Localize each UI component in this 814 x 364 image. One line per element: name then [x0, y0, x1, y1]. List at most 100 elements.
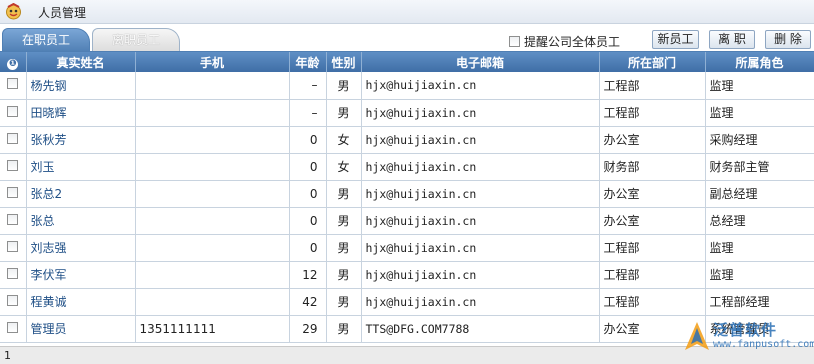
table-row[interactable]: 李伏军 12 男 hjx@huijiaxin.cn 工程部 监理	[0, 261, 814, 289]
employee-name-link[interactable]: 管理员	[26, 315, 136, 343]
age-cell: 0	[289, 153, 327, 181]
tab-active-employees[interactable]: 在职员工	[2, 28, 90, 52]
age-cell: 12	[289, 261, 327, 289]
employee-name-link[interactable]: 张总	[26, 207, 136, 235]
row-select-checkbox[interactable]	[7, 213, 19, 225]
age-cell: –	[289, 72, 327, 100]
email-cell: hjx@huijiaxin.cn	[361, 180, 600, 208]
column-header-gender[interactable]: 性别	[326, 52, 362, 72]
row-checkbox[interactable]	[0, 99, 27, 127]
employee-name-link[interactable]: 田晓辉	[26, 99, 136, 127]
row-select-checkbox[interactable]	[7, 267, 19, 279]
age-cell: 42	[289, 288, 327, 316]
select-all-column[interactable]: ❶	[0, 52, 27, 72]
employee-name-link[interactable]: 刘志强	[26, 234, 136, 262]
email-cell: hjx@huijiaxin.cn	[361, 153, 600, 181]
gender-cell: 男	[326, 207, 362, 235]
row-select-checkbox[interactable]	[7, 186, 19, 198]
dept-cell: 办公室	[599, 126, 706, 154]
table-row[interactable]: 刘玉 0 女 hjx@huijiaxin.cn 财务部 财务部主管	[0, 153, 814, 181]
age-cell: 0	[289, 180, 327, 208]
phone-cell	[135, 261, 290, 289]
phone-cell	[135, 99, 290, 127]
column-header-age[interactable]: 年龄	[289, 52, 327, 72]
gender-cell: 男	[326, 72, 362, 100]
column-header-role[interactable]: 所属角色	[705, 52, 814, 72]
email-cell: hjx@huijiaxin.cn	[361, 126, 600, 154]
row-select-checkbox[interactable]	[7, 105, 19, 117]
employee-name-link[interactable]: 张秋芳	[26, 126, 136, 154]
phone-cell	[135, 126, 290, 154]
row-select-checkbox[interactable]	[7, 294, 19, 306]
role-cell: 工程部经理	[705, 288, 814, 316]
age-cell: 0	[289, 234, 327, 262]
row-select-checkbox[interactable]	[7, 78, 19, 90]
row-checkbox[interactable]	[0, 153, 27, 181]
employee-name-link[interactable]: 张总2	[26, 180, 136, 208]
dept-cell: 工程部	[599, 234, 706, 262]
table-row[interactable]: 张秋芳 0 女 hjx@huijiaxin.cn 办公室 采购经理	[0, 126, 814, 154]
notify-all-checkbox[interactable]	[509, 35, 520, 47]
table-row[interactable]: 程黄诚 42 男 hjx@huijiaxin.cn 工程部 工程部经理	[0, 288, 814, 316]
role-cell: 监理	[705, 261, 814, 289]
new-employee-button[interactable]: 新员工	[652, 30, 699, 49]
resign-button[interactable]: 离 职	[709, 30, 755, 49]
row-select-checkbox[interactable]	[7, 321, 19, 333]
role-cell: 监理	[705, 72, 814, 100]
age-cell: 0	[289, 126, 327, 154]
row-checkbox[interactable]	[0, 288, 27, 316]
row-select-checkbox[interactable]	[7, 240, 19, 252]
tab-former-employees[interactable]: 离职员工	[92, 28, 180, 52]
email-cell: hjx@huijiaxin.cn	[361, 288, 600, 316]
role-cell: 总经理	[705, 207, 814, 235]
employee-name-link[interactable]: 程黄诚	[26, 288, 136, 316]
title-bar: 人员管理	[0, 0, 814, 24]
email-cell: hjx@huijiaxin.cn	[361, 261, 600, 289]
column-header-dept[interactable]: 所在部门	[599, 52, 706, 72]
row-checkbox[interactable]	[0, 261, 27, 289]
gender-cell: 女	[326, 153, 362, 181]
email-cell: TTS@DFG.COM7788	[361, 315, 600, 343]
gender-cell: 女	[326, 126, 362, 154]
phone-cell	[135, 180, 290, 208]
row-checkbox[interactable]	[0, 180, 27, 208]
delete-button[interactable]: 删 除	[765, 30, 811, 49]
column-header-name[interactable]: 真实姓名	[26, 52, 136, 72]
table-row[interactable]: 杨先钢 – 男 hjx@huijiaxin.cn 工程部 监理	[0, 72, 814, 100]
notify-all-option[interactable]: 提醒公司全体员工	[509, 34, 620, 49]
table-row[interactable]: 田晓辉 – 男 hjx@huijiaxin.cn 工程部 监理	[0, 99, 814, 127]
table-row[interactable]: 张总2 0 男 hjx@huijiaxin.cn 办公室 副总经理	[0, 180, 814, 208]
gender-cell: 男	[326, 261, 362, 289]
row-checkbox[interactable]	[0, 207, 27, 235]
row-checkbox[interactable]	[0, 72, 27, 100]
role-cell: 监理	[705, 234, 814, 262]
role-cell: 监理	[705, 99, 814, 127]
phone-cell	[135, 234, 290, 262]
row-checkbox[interactable]	[0, 315, 27, 343]
watermark-logo-icon	[685, 322, 709, 350]
row-checkbox[interactable]	[0, 234, 27, 262]
email-cell: hjx@huijiaxin.cn	[361, 72, 600, 100]
employee-name-link[interactable]: 李伏军	[26, 261, 136, 289]
phone-cell	[135, 288, 290, 316]
phone-cell	[135, 207, 290, 235]
table-row[interactable]: 刘志强 0 男 hjx@huijiaxin.cn 工程部 监理	[0, 234, 814, 262]
gender-cell: 男	[326, 180, 362, 208]
watermark: 泛普软件 www.fanpusoft.com	[683, 318, 814, 364]
employee-name-link[interactable]: 刘玉	[26, 153, 136, 181]
column-header-phone[interactable]: 手机	[135, 52, 290, 72]
column-header-email[interactable]: 电子邮箱	[361, 52, 600, 72]
age-cell: 29	[289, 315, 327, 343]
row-select-checkbox[interactable]	[7, 159, 19, 171]
gender-cell: 男	[326, 288, 362, 316]
employee-name-link[interactable]: 杨先钢	[26, 72, 136, 100]
row-checkbox[interactable]	[0, 126, 27, 154]
phone-cell	[135, 72, 290, 100]
phone-cell	[135, 153, 290, 181]
age-cell: 0	[289, 207, 327, 235]
employee-table: ❶ 真实姓名 手机 年龄 性别 电子邮箱 所在部门 所属角色 杨先钢 – 男 hjx@…	[0, 52, 814, 343]
table-row[interactable]: 张总 0 男 hjx@huijiaxin.cn 办公室 总经理	[0, 207, 814, 235]
phone-cell: 1351111111	[135, 315, 290, 343]
email-cell: hjx@huijiaxin.cn	[361, 207, 600, 235]
row-select-checkbox[interactable]	[7, 132, 19, 144]
